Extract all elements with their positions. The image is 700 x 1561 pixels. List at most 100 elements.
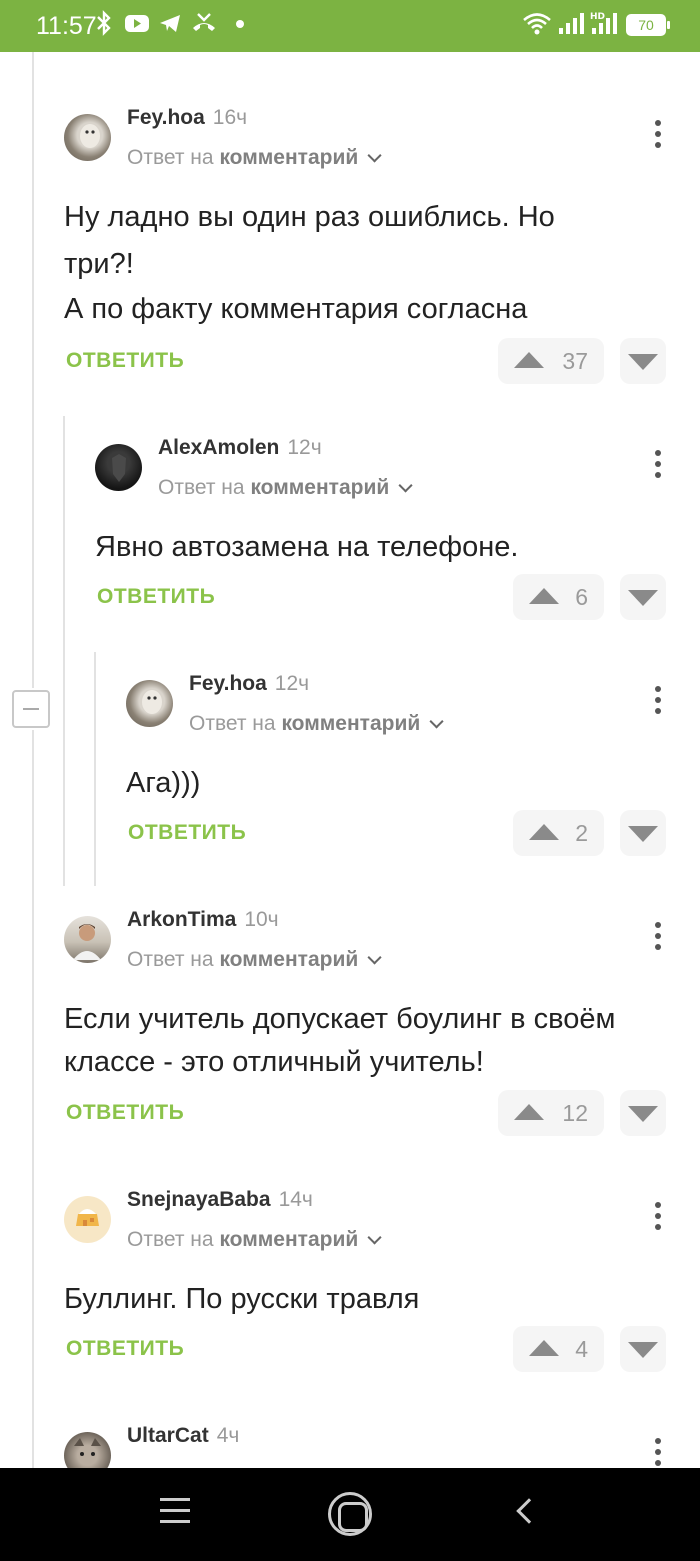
thread-line (32, 730, 34, 1468)
reply-to-prefix: Ответ на (189, 712, 276, 735)
comment-time: 12ч (274, 672, 310, 695)
chevron-down-icon[interactable] (398, 478, 413, 493)
reply-to-prefix: Ответ на (158, 476, 245, 499)
more-options-icon[interactable] (654, 1438, 662, 1468)
vote-count: 2 (575, 820, 588, 846)
comment-text-line: Ага))) (126, 767, 201, 799)
reply-to-target[interactable]: комментарий (219, 146, 358, 169)
arrow-down-icon (628, 1342, 658, 1358)
bluetooth-icon (96, 10, 112, 44)
youtube-icon (124, 10, 150, 44)
status-time: 11:57 (36, 12, 97, 40)
reply-to-target[interactable]: комментарий (281, 712, 420, 735)
reply-to-target[interactable]: комментарий (250, 476, 389, 499)
upvote-button[interactable]: 2 (513, 810, 604, 856)
comment-text: Если учитель допускает боулинг в своём к… (64, 996, 664, 1086)
avatar[interactable] (64, 1432, 111, 1468)
comment-text-line: Если учитель допускает боулинг в своём (64, 1003, 616, 1035)
downvote-button[interactable] (620, 810, 666, 856)
upvote-button[interactable]: 37 (498, 338, 604, 384)
chevron-down-icon[interactable] (367, 148, 382, 163)
reply-to-target[interactable]: комментарий (219, 1228, 358, 1251)
comment: ArkonTima 10ч Ответ на комментарий Если у… (64, 902, 700, 1142)
avatar[interactable] (64, 114, 111, 161)
vote-count: 6 (575, 584, 588, 610)
reply-to-link[interactable]: Ответ на комментарий (189, 712, 444, 736)
arrow-down-icon (628, 590, 658, 606)
comment-text-line: три?! (64, 248, 134, 280)
reply-button[interactable]: ОТВЕТИТЬ (66, 1337, 184, 1361)
upvote-button[interactable]: 12 (498, 1090, 604, 1136)
comment-text-line: Ну ладно вы один раз ошиблись. Но (64, 201, 555, 233)
comment: Fey.hoa 16ч Ответ на комментарий Ну ладно… (64, 100, 700, 400)
comment-text: Ага))) (126, 760, 626, 807)
more-options-icon[interactable] (654, 922, 662, 952)
svg-text:HD: HD (590, 12, 605, 22)
vote-count: 12 (562, 1100, 588, 1126)
downvote-button[interactable] (620, 574, 666, 620)
arrow-down-icon (628, 826, 658, 842)
home-icon[interactable] (328, 1492, 372, 1536)
avatar[interactable] (64, 916, 111, 963)
thread-line (32, 52, 34, 688)
author-name[interactable]: SnejnayaBaba (127, 1188, 271, 1211)
hd-signal-icon: HD (590, 10, 618, 44)
author-name[interactable]: AlexAmolen (158, 436, 279, 459)
vote-count: 4 (575, 1336, 588, 1362)
author-name[interactable]: ArkonTima (127, 908, 236, 931)
reply-to-link[interactable]: Ответ на комментарий (127, 146, 382, 170)
downvote-button[interactable] (620, 1326, 666, 1372)
comment-text-line: классе - это отличный учитель! (64, 1046, 484, 1078)
reply-to-prefix: Ответ на (127, 146, 214, 169)
more-options-icon[interactable] (654, 450, 662, 480)
comment: AlexAmolen 12ч Ответ на комментарий Явно … (95, 430, 700, 630)
comment-time: 10ч (244, 908, 279, 931)
collapse-thread-button[interactable] (12, 690, 50, 728)
reply-button[interactable]: ОТВЕТИТЬ (97, 585, 215, 609)
comment: UltarCat 4ч (64, 1418, 700, 1468)
thread-line-level-3 (94, 652, 96, 886)
author-name[interactable]: UltarCat (127, 1424, 209, 1447)
dot-icon (234, 10, 246, 44)
arrow-up-icon (514, 1104, 544, 1120)
avatar[interactable] (126, 680, 173, 727)
comment-time: 14ч (278, 1188, 313, 1211)
avatar[interactable] (95, 444, 142, 491)
arrow-up-icon (529, 588, 559, 604)
thread-line-level-2 (63, 416, 65, 886)
author-name[interactable]: Fey.hoa (127, 106, 205, 129)
reply-to-target[interactable]: комментарий (219, 948, 358, 971)
more-options-icon[interactable] (654, 686, 662, 716)
reply-to-link[interactable]: Ответ на комментарий (127, 948, 382, 972)
avatar[interactable] (64, 1196, 111, 1243)
comment-text: Ну ладно вы один раз ошиблись. Но три?! … (64, 194, 664, 333)
more-options-icon[interactable] (654, 1202, 662, 1232)
wifi-icon (522, 10, 552, 44)
upvote-button[interactable]: 4 (513, 1326, 604, 1372)
system-nav-bar (0, 1468, 700, 1561)
recent-apps-icon[interactable] (160, 1498, 190, 1524)
comment-text: Явно автозамена на телефоне. (95, 524, 655, 571)
reply-button[interactable]: ОТВЕТИТЬ (66, 1101, 184, 1125)
reply-to-prefix: Ответ на (127, 948, 214, 971)
reply-button[interactable]: ОТВЕТИТЬ (66, 349, 184, 373)
upvote-button[interactable]: 6 (513, 574, 604, 620)
chevron-down-icon[interactable] (367, 950, 382, 965)
downvote-button[interactable] (620, 1090, 666, 1136)
reply-to-link[interactable]: Ответ на комментарий (127, 1228, 382, 1252)
reply-to-link[interactable]: Ответ на комментарий (158, 476, 413, 500)
comment: Fey.hoa 12ч Ответ на комментарий Ага))) О… (126, 666, 700, 866)
reply-to-prefix: Ответ на (127, 1228, 214, 1251)
chevron-down-icon[interactable] (367, 1230, 382, 1245)
comment-text-line: Явно автозамена на телефоне. (95, 531, 519, 563)
arrow-up-icon (529, 824, 559, 840)
downvote-button[interactable] (620, 338, 666, 384)
comment: SnejnayaBaba 14ч Ответ на комментарий Бул… (64, 1182, 700, 1382)
reply-button[interactable]: ОТВЕТИТЬ (128, 821, 246, 845)
back-icon[interactable] (516, 1498, 542, 1524)
author-name[interactable]: Fey.hoa (189, 672, 267, 695)
comment-time: 4ч (216, 1424, 240, 1447)
chevron-down-icon[interactable] (429, 714, 444, 729)
more-options-icon[interactable] (654, 120, 662, 150)
comment-time: 12ч (287, 436, 322, 459)
